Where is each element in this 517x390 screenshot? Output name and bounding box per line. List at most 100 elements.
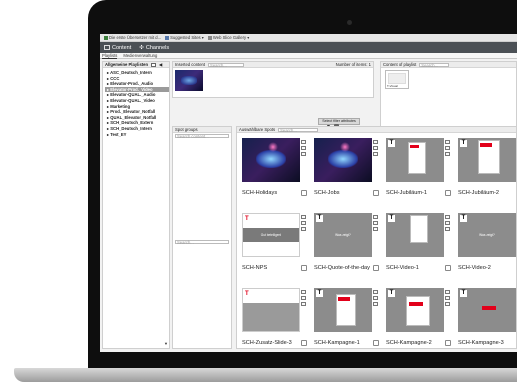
edit-icon[interactable] bbox=[445, 290, 450, 294]
spot-card[interactable]: T SCH-Kampagne-2 bbox=[386, 288, 458, 352]
spot-card[interactable]: T Gut beteiligen! SCH-NPS bbox=[242, 213, 314, 286]
spot-checkbox[interactable] bbox=[373, 340, 379, 346]
brand-logo-icon: T bbox=[388, 140, 395, 147]
edit-icon[interactable] bbox=[301, 140, 306, 144]
thumb-glow bbox=[340, 142, 350, 152]
spot-checkbox[interactable] bbox=[301, 190, 307, 196]
spot-thumbnail: T bbox=[314, 288, 372, 332]
thumb-glow bbox=[328, 150, 358, 168]
document-graphic bbox=[406, 296, 430, 326]
copy-icon[interactable] bbox=[373, 227, 378, 231]
favorite-label: Die erste Übersetzer mit d... bbox=[109, 35, 162, 40]
spot-card[interactable]: T SCH-Jubiläum-2 bbox=[458, 138, 517, 211]
spot-groups-search[interactable]: Search content... bbox=[175, 134, 229, 139]
inserted-thumbnail[interactable] bbox=[175, 70, 203, 91]
sub-tabs: Playlists Medienverwaltung bbox=[100, 53, 517, 59]
playlist-label: Elevator-Prod._Video bbox=[110, 86, 153, 92]
spot-card[interactable]: T Was zeigt? SCH-Quote-of-the-day bbox=[314, 213, 386, 286]
spot-groups-title: Spot groups bbox=[175, 127, 198, 132]
preview-icon[interactable] bbox=[301, 146, 306, 150]
collapse-icon[interactable] bbox=[151, 62, 157, 67]
preview-icon[interactable] bbox=[445, 296, 450, 300]
playlist-item[interactable]: ▸ Test_EY bbox=[105, 132, 169, 138]
spot-actions bbox=[301, 140, 310, 158]
spot-card[interactable]: T SCH-Video-1 bbox=[386, 213, 458, 286]
spot-card[interactable]: T SCH-Jubiläum-1 bbox=[386, 138, 458, 211]
filter-attributes[interactable]: Select filter attributes bbox=[318, 118, 360, 125]
favorite-link[interactable]: Die erste Übersetzer mit d... bbox=[104, 35, 161, 40]
edit-icon[interactable] bbox=[445, 215, 450, 219]
spot-card[interactable]: SCH-Jobs bbox=[314, 138, 386, 211]
spot-card[interactable]: SCH-Holidays bbox=[242, 138, 314, 211]
favorite-label: Suggested Sites ▾ bbox=[170, 35, 204, 40]
spot-card[interactable]: T SCH-Kampagne-1 bbox=[314, 288, 386, 352]
nav-content[interactable]: Content bbox=[104, 45, 131, 51]
preview-icon[interactable] bbox=[301, 221, 306, 225]
favorite-link[interactable]: Web Slice Gallery ▾ bbox=[207, 35, 249, 40]
document-accent bbox=[409, 302, 423, 306]
copy-icon[interactable] bbox=[301, 227, 306, 231]
edit-icon[interactable] bbox=[301, 215, 306, 219]
brand-logo-icon: T bbox=[316, 215, 323, 222]
monitor-icon bbox=[104, 45, 110, 50]
edit-icon[interactable] bbox=[373, 290, 378, 294]
spot-checkbox[interactable] bbox=[445, 265, 451, 271]
spot-checkbox[interactable] bbox=[373, 190, 379, 196]
spot-thumbnail: T Was zeigt? bbox=[314, 213, 372, 257]
nav-channels-label: Channels bbox=[145, 44, 170, 51]
playlist-list: ▸ ASC_Deutsch_Intern ▸ CCC ▸ Elevator-Pr… bbox=[105, 70, 169, 137]
preview-icon[interactable] bbox=[445, 221, 450, 225]
spot-groups-panel: Spot groups Search content... Search... bbox=[172, 126, 232, 349]
playlist-label: Elevator-Prod._Audio bbox=[110, 81, 154, 87]
spot-actions bbox=[373, 290, 382, 308]
scroll-down-icon[interactable]: ▼ bbox=[164, 342, 168, 346]
copy-icon[interactable] bbox=[445, 227, 450, 231]
spots-search[interactable]: Search... bbox=[278, 127, 319, 132]
document-accent bbox=[480, 143, 492, 147]
brand-mark: T bbox=[245, 291, 249, 297]
spot-checkbox[interactable] bbox=[373, 265, 379, 271]
preview-icon[interactable] bbox=[373, 221, 378, 225]
copy-icon[interactable] bbox=[445, 302, 450, 306]
preview-icon[interactable] bbox=[301, 296, 306, 300]
copy-icon[interactable] bbox=[301, 302, 306, 306]
copy-icon[interactable] bbox=[301, 152, 306, 156]
document-accent bbox=[482, 306, 496, 310]
copy-icon[interactable] bbox=[445, 152, 450, 156]
playlist-label: Marketing bbox=[110, 103, 131, 109]
spot-card[interactable]: T SCH-Kampagne-3 bbox=[458, 288, 517, 352]
site-icon bbox=[104, 35, 108, 40]
tab-medienverwaltung[interactable]: Medienverwaltung bbox=[123, 53, 157, 58]
preview-icon[interactable] bbox=[373, 296, 378, 300]
back-icon[interactable]: ◀ bbox=[159, 62, 162, 67]
spot-checkbox[interactable] bbox=[445, 190, 451, 196]
spot-card[interactable]: T SCH-Zusatz-Slide-3 bbox=[242, 288, 314, 352]
playlist-content-search[interactable]: Search... bbox=[419, 62, 450, 67]
edit-icon[interactable] bbox=[301, 290, 306, 294]
spot-checkbox[interactable] bbox=[445, 340, 451, 346]
nav-channels[interactable]: ✣ Channels bbox=[139, 45, 169, 51]
preview-icon[interactable] bbox=[445, 146, 450, 150]
spot-groups-bottom-search[interactable]: Search... bbox=[175, 240, 229, 245]
spot-checkbox[interactable] bbox=[301, 340, 307, 346]
spots-header: Auswählbare Spots Search... bbox=[237, 127, 516, 133]
spot-checkbox[interactable] bbox=[301, 265, 307, 271]
edit-icon[interactable] bbox=[373, 140, 378, 144]
document-graphic bbox=[410, 215, 428, 243]
copy-icon[interactable] bbox=[373, 152, 378, 156]
spot-name: SCH-Jobs bbox=[314, 190, 340, 196]
edit-icon[interactable] bbox=[373, 215, 378, 219]
inserted-search-input[interactable]: Search... bbox=[208, 62, 245, 67]
preview-icon[interactable] bbox=[373, 146, 378, 150]
spot-name: SCH-Jubiläum-2 bbox=[458, 190, 500, 196]
edit-icon[interactable] bbox=[445, 140, 450, 144]
spots-title: Auswählbare Spots bbox=[239, 127, 276, 132]
spots-panel: Auswählbare Spots Search... SCH-Holidays… bbox=[236, 126, 517, 349]
playlist-content-header: Content of playlist Search... bbox=[381, 62, 516, 68]
tab-playlists[interactable]: Playlists bbox=[102, 53, 118, 59]
spot-card[interactable]: T Was zeigt? SCH-Video-2 bbox=[458, 213, 517, 286]
playlist-content-item[interactable]: T-Visual bbox=[385, 70, 409, 89]
copy-icon[interactable] bbox=[373, 302, 378, 306]
favorite-link[interactable]: Suggested Sites ▾ bbox=[165, 35, 204, 40]
spot-actions bbox=[373, 140, 382, 158]
